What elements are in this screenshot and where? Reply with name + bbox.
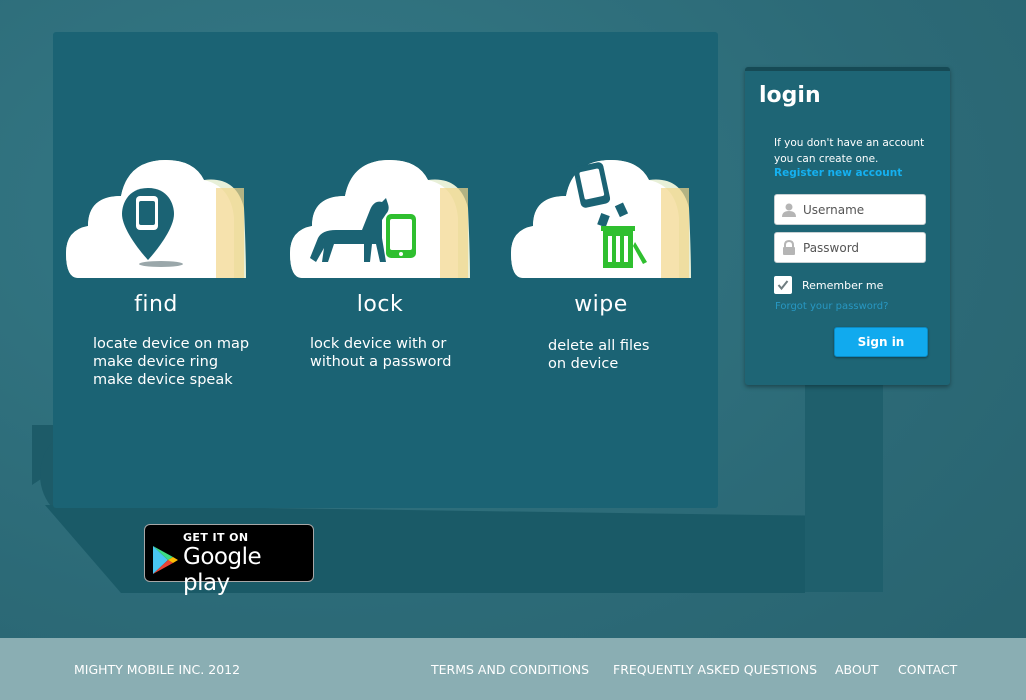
login-info-text: If you don't have an account you can cre… bbox=[774, 135, 944, 167]
feature-title-wipe: wipe bbox=[574, 292, 628, 317]
feature-lock: lock lock device with or without a passw… bbox=[290, 158, 490, 371]
feature-line: lock device with or bbox=[310, 336, 447, 352]
features-panel: find locate device on map make device ri… bbox=[53, 32, 718, 508]
password-input[interactable] bbox=[803, 240, 913, 255]
feature-line: on device bbox=[548, 356, 619, 372]
username-input[interactable] bbox=[803, 202, 913, 217]
feature-title-find: find bbox=[134, 292, 178, 317]
checkmark-icon bbox=[777, 280, 789, 291]
footer: MIGHTY MOBILE INC. 2012 TERMS AND CONDIT… bbox=[0, 638, 1026, 700]
feature-title-lock: lock bbox=[356, 292, 404, 317]
feature-description-wipe: delete all files on device bbox=[548, 337, 711, 373]
remember-me-checkbox[interactable] bbox=[774, 276, 792, 294]
google-play-big-text: Google play bbox=[183, 544, 262, 596]
login-info-line: you can create one. bbox=[774, 153, 879, 165]
remember-me-row: Remember me bbox=[774, 276, 883, 294]
ribbon-decoration-back bbox=[805, 375, 883, 592]
feature-line: make device speak bbox=[93, 372, 233, 388]
footer-link-contact[interactable]: CONTACT bbox=[898, 662, 957, 677]
feature-description-lock: lock device with or without a password bbox=[310, 335, 490, 371]
forgot-password-link[interactable]: Forgot your password? bbox=[775, 301, 888, 312]
dog-phone-icon bbox=[290, 158, 470, 282]
google-play-badge[interactable]: GET IT ON Google play bbox=[144, 524, 314, 596]
feature-wipe: wipe delete all files on device bbox=[511, 158, 711, 373]
username-field[interactable] bbox=[774, 194, 926, 225]
google-play-logo-icon bbox=[151, 545, 179, 579]
register-new-account-link[interactable]: Register new account bbox=[774, 167, 902, 179]
feature-line: delete all files bbox=[548, 338, 650, 354]
map-pin-phone-icon bbox=[66, 158, 246, 282]
feature-description-find: locate device on map make device ring ma… bbox=[93, 335, 266, 389]
login-info-line: If you don't have an account bbox=[774, 137, 925, 149]
remember-me-label: Remember me bbox=[802, 278, 884, 292]
lock-icon bbox=[775, 239, 803, 256]
feature-line: without a password bbox=[310, 354, 452, 370]
login-panel: login If you don't have an account you c… bbox=[745, 67, 950, 385]
footer-link-about[interactable]: ABOUT bbox=[835, 662, 879, 677]
footer-link-faq[interactable]: FREQUENTLY ASKED QUESTIONS bbox=[613, 662, 817, 677]
login-title: login bbox=[759, 83, 821, 108]
feature-line: locate device on map bbox=[93, 336, 250, 352]
password-field[interactable] bbox=[774, 232, 926, 263]
trash-phone-icon bbox=[511, 158, 691, 282]
footer-link-terms[interactable]: TERMS AND CONDITIONS bbox=[431, 662, 589, 677]
feature-line: make device ring bbox=[93, 354, 219, 370]
google-play-small-text: GET IT ON bbox=[183, 531, 249, 544]
feature-find: find locate device on map make device ri… bbox=[66, 158, 266, 389]
copyright-text: MIGHTY MOBILE INC. 2012 bbox=[74, 662, 241, 677]
sign-in-button[interactable]: Sign in bbox=[834, 327, 928, 357]
user-icon bbox=[775, 202, 803, 218]
